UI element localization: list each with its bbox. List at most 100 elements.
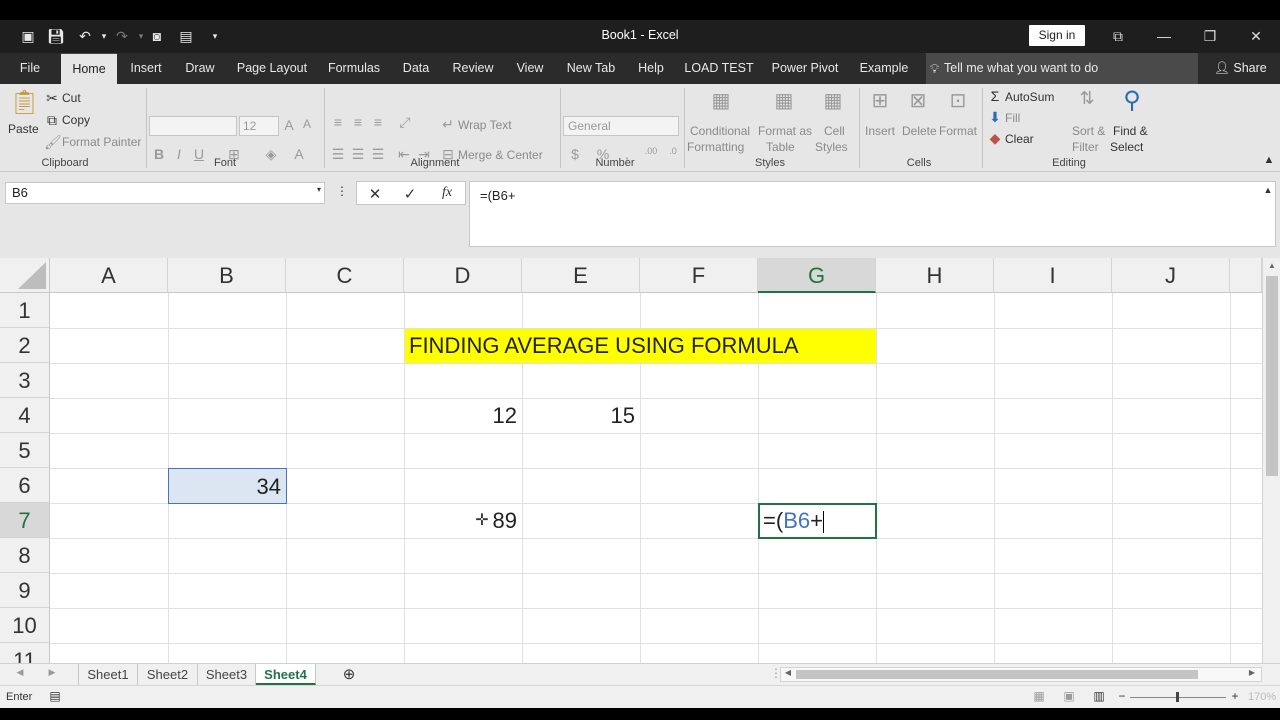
column-header-b[interactable]: B (168, 258, 286, 293)
redo-icon[interactable]: ↷ (112, 26, 132, 46)
vertical-scrollbar[interactable]: ▲ ▼ (1262, 258, 1280, 684)
sheet-tab-2[interactable]: Sheet2 (138, 664, 198, 685)
tab-file[interactable]: File (12, 53, 48, 84)
font-size-select[interactable]: 12 (239, 116, 279, 136)
cell-b6-referenced[interactable]: 34 (168, 468, 287, 504)
add-sheet-icon[interactable]: ⊕ (340, 665, 358, 683)
zoom-slider-thumb[interactable] (1176, 692, 1179, 702)
tab-draw[interactable]: Draw (180, 53, 220, 84)
insert-function-icon[interactable]: fx (439, 185, 455, 201)
paste-icon[interactable]: 📋︎ (9, 88, 39, 116)
scroll-up-icon[interactable]: ▲ (1266, 261, 1278, 270)
undo-dropdown-icon[interactable]: ▾ (94, 26, 114, 46)
cell-styles-label-2[interactable]: Styles (815, 140, 848, 154)
clear-button[interactable]: Clear (1005, 132, 1034, 146)
sheet-tab-3[interactable]: Sheet3 (198, 664, 256, 685)
autosum-button[interactable]: AutoSum (1005, 90, 1054, 104)
cancel-icon[interactable]: ✕ (367, 185, 383, 203)
cell-d2-title[interactable]: FINDING AVERAGE USING FORMULA (405, 329, 876, 363)
row-header-9[interactable]: 9 (0, 573, 50, 608)
tab-split-icon[interactable]: ⋮ (770, 666, 782, 680)
number-format-select[interactable]: General (563, 116, 679, 136)
increase-font-icon[interactable]: A (282, 117, 296, 133)
prev-sheet-icon[interactable]: ◀ (14, 667, 26, 678)
restore-icon[interactable]: ❐ (1198, 25, 1222, 47)
horizontal-scrollbar[interactable]: ◀ ▶ (780, 667, 1262, 682)
align-top-icon[interactable]: ≡ (330, 114, 346, 130)
macro-record-icon[interactable]: ▤ (48, 689, 62, 703)
tab-view[interactable]: View (510, 53, 550, 84)
align-left-icon[interactable]: ☰ (330, 146, 346, 163)
row-header-5[interactable]: 5 (0, 433, 50, 468)
fill-button[interactable]: Fill (1005, 111, 1020, 125)
expand-formula-icon[interactable]: ▲ (1262, 185, 1274, 195)
row-header-1[interactable]: 1 (0, 293, 50, 328)
column-header-f[interactable]: F (640, 258, 758, 293)
close-icon[interactable]: ✕ (1244, 25, 1268, 47)
formula-input[interactable]: =(B6+ (469, 181, 1276, 247)
find-select-label[interactable]: Find & (1113, 124, 1148, 138)
next-sheet-icon[interactable]: ▶ (46, 667, 58, 678)
zoom-out-icon[interactable]: − (1117, 689, 1127, 703)
wrap-text-icon[interactable]: ↵ (440, 116, 456, 133)
camera-icon[interactable]: ◙ (147, 26, 167, 46)
name-box[interactable]: B6 (5, 182, 325, 204)
collapse-ribbon-icon[interactable]: ▲ (1262, 154, 1276, 166)
cut-button[interactable]: Cut (62, 91, 81, 105)
row-header-3[interactable]: 3 (0, 363, 50, 398)
align-middle-icon[interactable]: ≡ (350, 114, 366, 130)
font-name-select[interactable] (149, 116, 237, 136)
row-header-8[interactable]: 8 (0, 538, 50, 573)
delete-cells-button[interactable]: Delete (902, 124, 937, 138)
tab-data[interactable]: Data (396, 53, 436, 84)
cell-e4[interactable]: 15 (522, 398, 640, 433)
form-icon[interactable]: ▤ (176, 26, 196, 46)
tab-home[interactable]: Home (61, 53, 117, 84)
format-as-table-label[interactable]: Format as (758, 124, 812, 138)
row-header-4[interactable]: 4 (0, 398, 50, 433)
eraser-icon[interactable]: ◆ (988, 130, 1002, 147)
zoom-level[interactable]: 170% (1248, 691, 1276, 703)
row-header-10[interactable]: 10 (0, 608, 50, 643)
row-header-6[interactable]: 6 (0, 468, 50, 503)
sign-in-button[interactable]: Sign in (1029, 25, 1085, 46)
align-center-icon[interactable]: ☰ (350, 146, 366, 163)
find-select-label-2[interactable]: Select (1110, 140, 1143, 154)
wrap-text-button[interactable]: Wrap Text (458, 118, 512, 132)
tab-formulas[interactable]: Formulas (324, 53, 384, 84)
tab-example[interactable]: Example (854, 53, 914, 84)
enter-icon[interactable]: ✓ (402, 185, 418, 203)
column-header-i[interactable]: I (994, 258, 1112, 293)
copy-icon[interactable]: ⧉ (44, 112, 60, 129)
align-right-icon[interactable]: ☰ (370, 146, 386, 163)
copy-button[interactable]: Copy (62, 113, 90, 127)
tab-help[interactable]: Help (632, 53, 670, 84)
decrease-font-icon[interactable]: A (300, 117, 314, 131)
bold-button[interactable]: B (152, 146, 166, 162)
horizontal-scroll-thumb[interactable] (796, 670, 1198, 679)
format-painter-button[interactable]: Format Painter (62, 135, 141, 149)
format-cells-icon[interactable]: ⊡ (945, 88, 971, 113)
format-painter-icon[interactable]: 🖌︎ (44, 134, 62, 151)
tell-me-search[interactable]: 💡︎ Tell me what you want to do (926, 53, 1198, 84)
undo-icon[interactable]: ↶ (75, 26, 95, 46)
align-bottom-icon[interactable]: ≡ (370, 114, 386, 130)
conditional-formatting-icon[interactable]: ▦ (708, 88, 734, 113)
row-header-2[interactable]: 2 (0, 328, 50, 363)
increase-decimal-icon[interactable]: .00 (642, 146, 660, 156)
decrease-decimal-icon[interactable]: .0 (664, 146, 682, 156)
cell-d4[interactable]: 12 (404, 398, 522, 433)
tab-review[interactable]: Review (448, 53, 498, 84)
column-header-a[interactable]: A (50, 258, 168, 293)
scroll-right-icon[interactable]: ▶ (1247, 668, 1257, 677)
tab-new-tab[interactable]: New Tab (562, 53, 620, 84)
tab-insert[interactable]: Insert (124, 53, 168, 84)
customize-toolbar-icon[interactable]: ▾ (205, 26, 225, 46)
orientation-icon[interactable]: ⤢ (396, 114, 414, 131)
column-header-j[interactable]: J (1112, 258, 1230, 293)
fill-icon[interactable]: ⬇ (988, 109, 1002, 126)
column-header-k[interactable] (1230, 258, 1262, 293)
row-header-11[interactable]: 11 (0, 643, 50, 663)
cell-g7-editing[interactable]: =(B6+ (758, 503, 877, 539)
font-color-icon[interactable]: A (292, 146, 306, 162)
